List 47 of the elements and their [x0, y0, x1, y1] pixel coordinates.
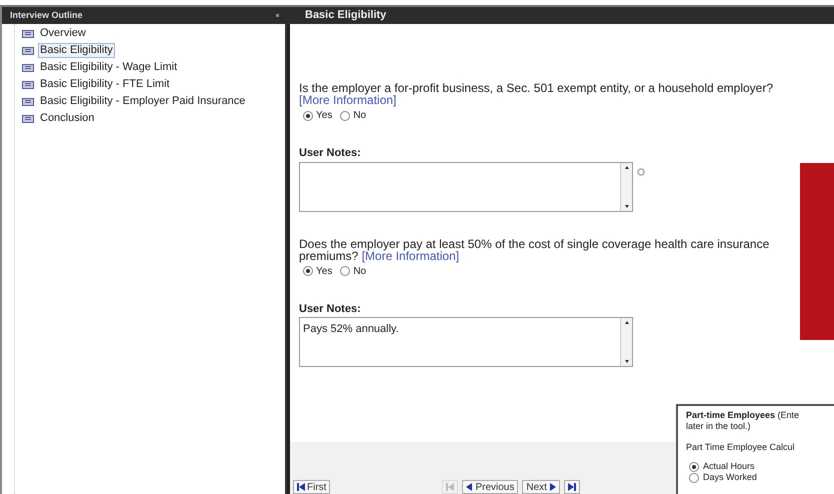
skip-forward-button[interactable] — [564, 480, 580, 494]
radio-label: No — [353, 109, 366, 123]
radio-label: Yes — [316, 264, 332, 278]
first-button[interactable]: First — [293, 480, 330, 494]
panel-title: Basic Eligibility — [305, 8, 386, 24]
notes-field[interactable] — [299, 162, 633, 212]
page-icon — [22, 114, 34, 122]
popup-heading: Part-time Employees (Ente — [686, 410, 800, 421]
skip-back-icon — [297, 483, 305, 491]
next-button[interactable]: Next — [522, 480, 560, 494]
page-icon — [22, 80, 34, 88]
left-arrow-icon — [466, 483, 472, 491]
scrollbar[interactable] — [620, 318, 632, 366]
radio-label: Yes — [316, 109, 332, 123]
outline-item[interactable]: Overview — [38, 26, 88, 41]
page-icon — [22, 30, 34, 38]
outline-item[interactable]: Basic Eligibility - Wage Limit — [38, 60, 180, 75]
notes-label: User Notes: — [299, 302, 362, 316]
previous-button[interactable]: Previous — [462, 480, 518, 494]
radio-label: Actual Hours — [703, 460, 755, 473]
page-icon — [22, 64, 34, 72]
radio-label: No — [353, 264, 366, 278]
radio-button[interactable] — [689, 472, 699, 482]
page-icon — [22, 98, 34, 106]
outline-item[interactable]: Basic Eligibility - FTE Limit — [38, 77, 172, 92]
outline-item[interactable]: Conclusion — [38, 111, 96, 126]
right-arrow-icon — [550, 483, 556, 491]
radio-button[interactable] — [689, 462, 699, 472]
panel-title: Interview Outline — [10, 8, 83, 22]
radio-button[interactable] — [303, 266, 313, 276]
notes-label: User Notes: — [299, 146, 362, 161]
page-icon — [22, 46, 34, 54]
question-text: Is the employer a for-profit business, a Sec. 501 exempt entity, or a household employer? — [299, 82, 774, 94]
radio-label: Days Worked — [703, 470, 757, 484]
outline-item[interactable]: Basic Eligibility - Employer Paid Insurance — [38, 94, 248, 109]
outline-item[interactable]: Basic Eligibility — [38, 43, 115, 58]
scrollbar[interactable] — [620, 162, 632, 210]
radio-button[interactable] — [340, 110, 350, 120]
popup-heading-line: later in the tool.) — [686, 421, 751, 432]
skip-forward-icon — [568, 483, 576, 491]
calc-label: Part Time Employee Calcul — [686, 442, 795, 453]
more-info-link[interactable]: [More Information] — [299, 94, 396, 106]
radio-button[interactable] — [303, 110, 313, 120]
radio-button[interactable] — [340, 266, 350, 276]
notes-field[interactable]: Pays 52% annually. — [299, 317, 633, 367]
question-text: Does the employer pay at least 50% of the cost of single coverage health care insurance premiums? [More Information] — [299, 238, 770, 262]
skip-back-icon — [446, 483, 454, 491]
